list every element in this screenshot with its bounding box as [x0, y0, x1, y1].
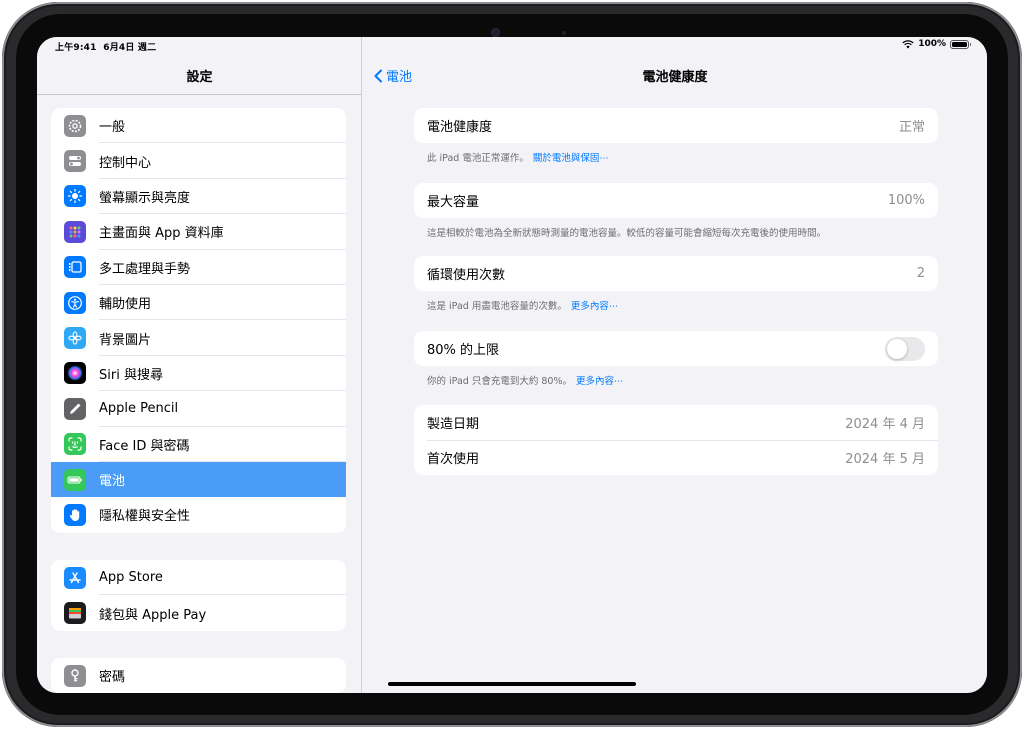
first-use-row: 首次使用 2024 年 5 月	[414, 440, 938, 475]
limit-80-row: 80% 的上限	[414, 331, 938, 366]
manufacture-date-row: 製造日期 2024 年 4 月	[414, 405, 938, 440]
sidebar-item-wallpaper[interactable]: 背景圖片	[51, 320, 346, 357]
max-capacity-note: 這是相較於電池為全新狀態時測量的電池容量。較低的容量可能會縮短每次充電後的使用時…	[427, 228, 827, 239]
sidebar-item-multitasking[interactable]: 多工處理與手勢	[51, 250, 346, 286]
limit-80-more-link[interactable]: 更多內容⋯	[576, 376, 624, 387]
sidebar-item-label: 螢幕顯示與亮度	[99, 190, 191, 206]
siri-icon	[64, 362, 86, 385]
settings-group-main: 一般 控制中心 螢幕顯示與亮度 主畫面與 App 資料庫 多工處理與手勢 輔助使…	[51, 108, 346, 533]
sidebar-item-label: 輔助使用	[99, 297, 152, 313]
manufacture-date-label: 製造日期	[427, 417, 480, 432]
sidebar-item-siri-search[interactable]: Siri 與搜尋	[51, 356, 346, 392]
limit-80-toggle[interactable]	[885, 336, 925, 361]
dates-card: 製造日期 2024 年 4 月 首次使用 2024 年 5 月	[414, 405, 938, 475]
gear-icon	[64, 114, 86, 137]
settings-sidebar: 上午9:41 6月4日 週二 設定 一般 控制中心 螢幕顯示與亮度 主畫面與 A…	[37, 37, 362, 693]
battery-health-note: 此 iPad 電池正常運作。	[427, 153, 529, 164]
sidebar-item-label: Face ID 與密碼	[99, 438, 190, 454]
status-date-text: 6月4日 週二	[103, 43, 157, 53]
battery-health-value: 正常	[898, 120, 925, 135]
sidebar-title: 設定	[186, 70, 213, 85]
sidebar-item-display-brightness[interactable]: 螢幕顯示與亮度	[51, 179, 346, 215]
settings-group-passwords: 密碼	[51, 658, 346, 693]
status-right: 100%	[902, 39, 971, 49]
cycle-count-card: 循環使用次數 2	[414, 256, 938, 291]
max-capacity-card: 最大容量 100%	[414, 183, 938, 218]
sidebar-divider	[37, 94, 362, 95]
pencil-icon	[64, 397, 86, 420]
cycle-count-row: 循環使用次數 2	[414, 256, 938, 291]
toggle-knob	[887, 338, 907, 359]
sidebar-item-face-id[interactable]: Face ID 與密碼	[51, 427, 346, 463]
face-id-icon	[64, 433, 86, 456]
first-use-label: 首次使用	[427, 452, 480, 467]
limit-80-card: 80% 的上限	[414, 331, 938, 366]
manufacture-date-value: 2024 年 4 月	[845, 417, 925, 432]
settings-group-store: App Store 錢包與 Apple Pay	[51, 560, 346, 631]
multitasking-icon	[64, 256, 86, 279]
sidebar-item-label: 電池	[99, 474, 126, 490]
max-capacity-row: 最大容量 100%	[414, 183, 938, 218]
first-use-value: 2024 年 5 月	[845, 452, 925, 467]
battery-icon	[64, 468, 86, 491]
battery-health-row: 電池健康度 正常	[414, 108, 938, 143]
flower-icon	[64, 327, 86, 350]
max-capacity-footnote: 這是相較於電池為全新狀態時測量的電池容量。較低的容量可能會縮短每次充電後的使用時…	[427, 225, 947, 239]
sidebar-item-label: Apple Pencil	[99, 401, 179, 417]
battery-health-pane: 100% 電池 電池健康度 電池健康度 正常 此 iPad 電池正常運作。 關於電…	[363, 37, 987, 693]
sidebar-item-general[interactable]: 一般	[51, 108, 346, 144]
sidebar-item-label: 密碼	[99, 670, 126, 686]
sidebar-item-label: 一般	[99, 120, 126, 136]
page-title: 電池健康度	[642, 70, 708, 85]
battery-health-card: 電池健康度 正常	[414, 108, 938, 143]
sidebar-item-apple-pencil[interactable]: Apple Pencil	[51, 391, 346, 427]
accessibility-icon	[64, 291, 86, 314]
status-time-text: 上午9:41	[55, 43, 97, 53]
cycle-count-footnote: 這是 iPad 用盡電池容量的次數。 更多內容⋯	[427, 298, 947, 312]
status-battery-icon	[950, 39, 971, 49]
key-icon	[64, 664, 86, 687]
sidebar-item-passwords[interactable]: 密碼	[51, 658, 346, 693]
max-capacity-value: 100%	[887, 193, 925, 208]
wallet-icon	[64, 602, 86, 625]
limit-80-label: 80% 的上限	[427, 343, 500, 358]
sidebar-item-privacy-security[interactable]: 隱私權與安全性	[51, 497, 346, 532]
sidebar-item-label: App Store	[99, 570, 163, 586]
hand-icon	[64, 503, 86, 526]
max-capacity-label: 最大容量	[427, 195, 480, 210]
wifi-icon	[902, 39, 914, 48]
home-indicator[interactable]	[388, 682, 636, 686]
battery-percent-text: 100%	[918, 39, 946, 49]
battery-warranty-link[interactable]: 關於電池與保固⋯	[533, 153, 609, 164]
status-time: 上午9:41 6月4日 週二	[55, 40, 156, 53]
sun-icon	[64, 185, 86, 208]
cycle-count-note: 這是 iPad 用盡電池容量的次數。	[427, 301, 567, 312]
sidebar-item-label: 控制中心	[99, 155, 152, 171]
sidebar-item-control-center[interactable]: 控制中心	[51, 143, 346, 180]
battery-health-footnote: 此 iPad 電池正常運作。 關於電池與保固⋯	[427, 150, 947, 164]
limit-80-footnote: 你的 iPad 只會充電到大約 80%。 更多內容⋯	[427, 373, 947, 387]
sidebar-item-label: 隱私權與安全性	[99, 509, 191, 525]
toggles-icon	[64, 150, 86, 173]
sidebar-item-label: 背景圖片	[99, 332, 152, 348]
sidebar-item-accessibility[interactable]: 輔助使用	[51, 285, 346, 321]
screen: 上午9:41 6月4日 週二 設定 一般 控制中心 螢幕顯示與亮度 主畫面與 A…	[37, 37, 987, 693]
cycle-count-value: 2	[916, 266, 925, 281]
limit-80-note: 你的 iPad 只會充電到大約 80%。	[427, 376, 572, 387]
light-sensor	[562, 31, 566, 35]
sidebar-item-label: Siri 與搜尋	[99, 367, 163, 383]
front-camera	[492, 29, 499, 36]
battery-health-label: 電池健康度	[427, 120, 493, 135]
app-grid-icon	[64, 220, 86, 243]
sidebar-item-label: 錢包與 Apple Pay	[99, 607, 207, 623]
sidebar-item-battery[interactable]: 電池	[51, 461, 346, 498]
sidebar-item-home-screen[interactable]: 主畫面與 App 資料庫	[51, 214, 346, 250]
sidebar-item-wallet[interactable]: 錢包與 Apple Pay	[51, 595, 346, 630]
app-store-icon	[64, 566, 86, 589]
sidebar-item-label: 多工處理與手勢	[99, 261, 191, 277]
cycle-count-more-link[interactable]: 更多內容⋯	[571, 301, 619, 312]
sidebar-item-label: 主畫面與 App 資料庫	[99, 226, 224, 242]
cycle-count-label: 循環使用次數	[427, 268, 506, 283]
sidebar-item-app-store[interactable]: App Store	[51, 560, 346, 596]
